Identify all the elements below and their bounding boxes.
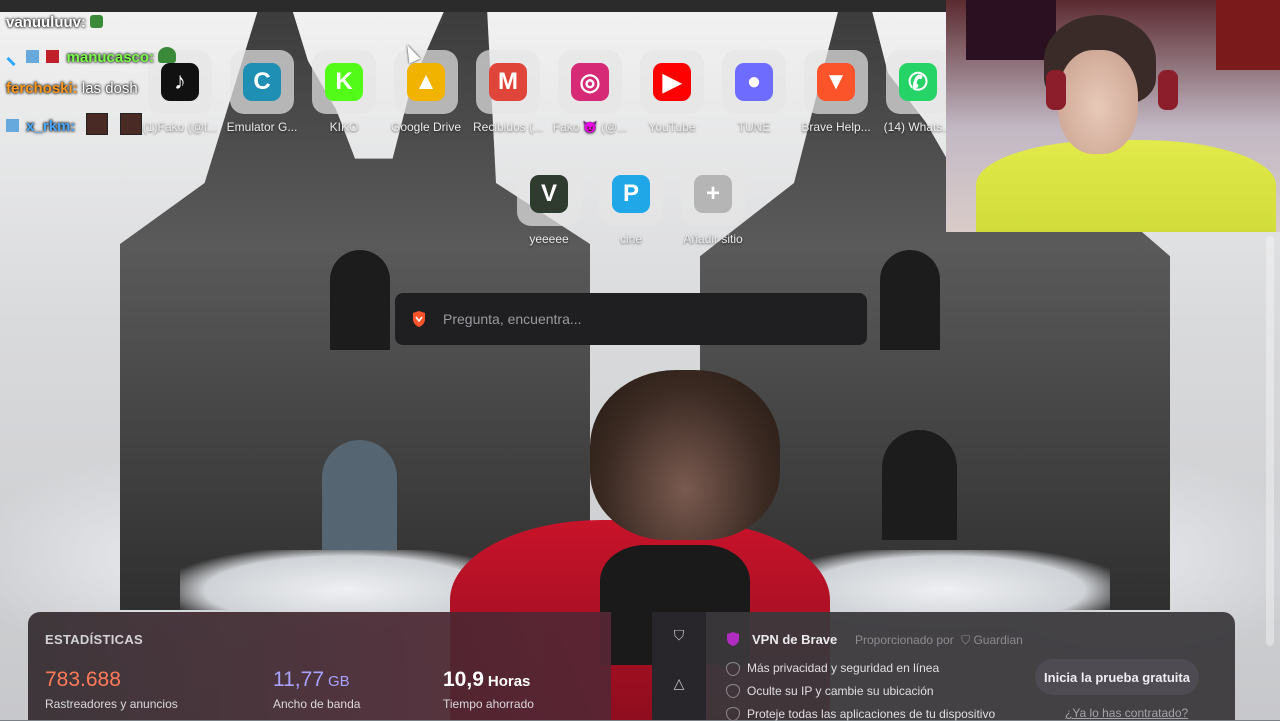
streamer-shirt [976, 140, 1276, 232]
vpn-widget: ⛉ △ VPN de Brave Proporcionado por ⛉ Gua… [652, 612, 1235, 721]
tune-icon: ● [735, 63, 773, 101]
avatar-emote-icon [85, 113, 108, 135]
top-site-tile[interactable]: V [517, 162, 581, 226]
bandwidth-label: Ancho de banda [273, 697, 361, 711]
check-icon [726, 707, 740, 721]
chat-username: x_rkm: [26, 118, 76, 135]
chat-username: ferchoski: [6, 80, 78, 97]
shield-icon[interactable]: ⛉ [670, 626, 688, 644]
top-site-label[interactable]: Añadir sitio [665, 232, 761, 246]
already-purchased-link[interactable]: ¿Ya lo has contratado? [1065, 706, 1188, 720]
provided-by-label: Proporcionado por [855, 633, 954, 647]
gmail-icon: M [489, 63, 527, 101]
brave-logo-icon [413, 311, 425, 327]
top-site-tile[interactable]: ▼ [804, 50, 868, 114]
guardian-shield-icon: ⛉ [961, 633, 971, 647]
stats-title: ESTADÍSTICAS [45, 632, 143, 647]
top-site-tile[interactable]: P [599, 162, 663, 226]
provider-name: Guardian [973, 633, 1023, 647]
chat-line: x_rkm: [6, 113, 150, 135]
vpn-shield-icon [727, 632, 739, 646]
whatsapp-icon: ✆ [899, 63, 937, 101]
top-site-tile[interactable]: C [230, 50, 294, 114]
browser-top-strip [0, 0, 946, 12]
chat-message: las dosh [81, 80, 138, 97]
brave-icon: ▼ [817, 63, 855, 101]
instagram-icon: ◎ [571, 63, 609, 101]
wallpaper-person-head [590, 370, 780, 540]
youtube-icon: ▶ [653, 63, 691, 101]
triangle-icon[interactable]: △ [670, 674, 688, 692]
wall-poster [1216, 0, 1280, 70]
badge-icon [46, 50, 60, 63]
bandwidth-stat: 11,77 GB [273, 668, 350, 692]
avatar-emote-icon [119, 113, 142, 135]
top-site-tile[interactable]: ◎ [558, 50, 622, 114]
kick-icon: K [325, 63, 363, 101]
chat-username: manucasco: [66, 49, 155, 66]
vpn-title: VPN de Brave [752, 632, 838, 647]
webcam-overlay [946, 0, 1280, 232]
time-stat: 10,9 Horas [443, 668, 530, 692]
vpn-feature: Más privacidad y seguridad en línea [747, 661, 940, 675]
bandwidth-value: 11,77 [273, 668, 324, 691]
plus-icon: + [694, 175, 732, 213]
bandwidth-unit: GB [328, 673, 350, 690]
headset-right [1158, 70, 1178, 110]
check-icon [726, 684, 740, 698]
emulator-icon: C [243, 63, 281, 101]
top-site-tile[interactable]: ● [722, 50, 786, 114]
time-label: Tiempo ahorrado [443, 697, 534, 711]
top-site-tile[interactable]: ▲ [394, 50, 458, 114]
top-site-tile[interactable]: K [312, 50, 376, 114]
cathedral-window [322, 440, 397, 550]
emote-icon [90, 15, 104, 28]
vpn-feature: Oculte su IP y cambie su ubicación [747, 684, 934, 698]
v-icon: V [530, 175, 568, 213]
stats-widget: ESTADÍSTICAS 783.688 Rastreadores y anun… [28, 612, 611, 720]
scrollbar[interactable] [1266, 236, 1274, 646]
search-input[interactable] [441, 310, 845, 328]
trackers-label: Rastreadores y anuncios [45, 697, 178, 711]
vpn-provided-by: Proporcionado por ⛉ Guardian [855, 633, 1023, 648]
cathedral-window [882, 430, 957, 540]
start-trial-button[interactable]: Inicia la prueba gratuita [1035, 659, 1199, 695]
badge-icon [26, 50, 40, 63]
streamer-face [1058, 50, 1138, 154]
google-drive-icon: ▲ [407, 63, 445, 101]
wall-poster [966, 0, 1056, 60]
chat-username: vanuuluuv: [6, 14, 87, 31]
top-site-tile[interactable]: ✆ [886, 50, 950, 114]
headset-left [1046, 70, 1066, 110]
time-unit: Horas [487, 673, 531, 690]
top-site-tile[interactable]: M [476, 50, 540, 114]
top-site-tile[interactable]: + [681, 162, 745, 226]
tiktok-icon: ♪ [161, 63, 199, 101]
sword-badge-icon [6, 56, 16, 67]
check-icon [726, 662, 740, 676]
trackers-value: 783.688 [45, 668, 121, 691]
widget-switcher: ⛉ △ [652, 612, 706, 720]
search-bar[interactable] [395, 293, 867, 345]
cathedral-window [880, 250, 940, 350]
p-icon: P [612, 175, 650, 213]
chat-line: manucasco: [6, 47, 179, 67]
badge-icon [6, 119, 19, 132]
cathedral-window [330, 250, 390, 350]
top-site-tile[interactable]: ▶ [640, 50, 704, 114]
chat-line: ferchoski: las dosh [6, 80, 138, 97]
vpn-feature: Proteje todas las aplicaciones de tu dis… [747, 707, 996, 721]
time-value: 10,9 [443, 668, 484, 691]
chat-line: vanuuluuv: [6, 14, 106, 31]
pepe-emote-icon [158, 47, 177, 63]
